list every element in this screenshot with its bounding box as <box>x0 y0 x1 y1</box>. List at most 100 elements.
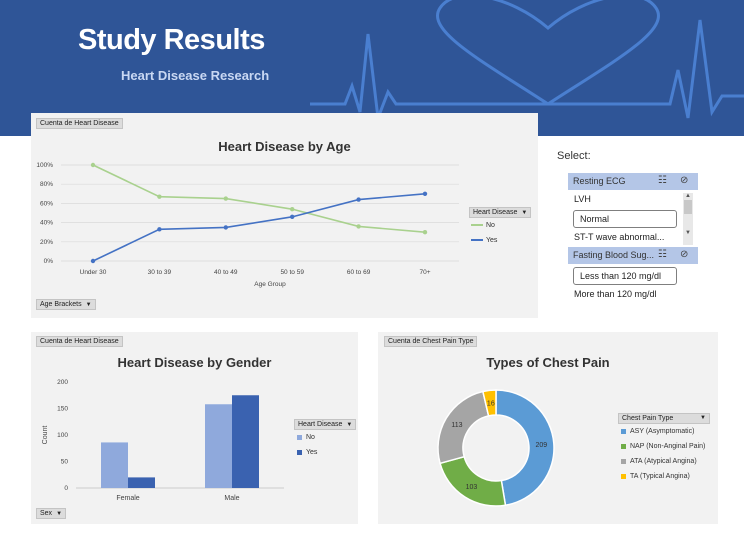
x-tick-label: Under 30 <box>80 269 107 276</box>
gender-legend-yes: Yes <box>297 449 317 456</box>
x-tick-label: 40 to 49 <box>214 269 238 276</box>
donut-slice-2 <box>437 390 490 465</box>
multi-select-icon[interactable]: ☷ <box>658 249 667 260</box>
page-title: Study Results <box>78 24 265 56</box>
x-tick-label: 50 to 59 <box>280 269 304 276</box>
legend-swatch-yes-icon <box>297 449 302 455</box>
y-tick-label: 40% <box>40 220 53 227</box>
chevron-down-icon: ▼ <box>700 415 706 421</box>
chest-pain-legend-filter-button[interactable]: Chest Pain Type ▼ <box>618 413 710 424</box>
fasting-blood-sugar-slicer-title: Fasting Blood Sug... <box>573 250 655 260</box>
data-point-yes <box>157 227 162 232</box>
y-tick-label: 0% <box>44 258 54 265</box>
x-axis-label: Age Group <box>254 281 286 288</box>
x-tick-label: 60 to 69 <box>347 269 371 276</box>
y-tick-label: 150 <box>57 406 68 413</box>
data-point-no <box>223 196 228 201</box>
legend-swatch-ta-icon <box>621 473 626 479</box>
chest-legend-ata-label: ATA (Atypical Angina) <box>630 458 697 465</box>
donut-data-label: 113 <box>451 422 462 429</box>
y-tick-label: 50 <box>61 459 69 466</box>
bar-female-no <box>101 442 128 488</box>
fasting-blood-sugar-slicer: Fasting Blood Sug... ☷ ⊘ Less than 120 m… <box>568 247 698 305</box>
y-tick-label: 100% <box>36 162 53 169</box>
slicer-item-less-than-120[interactable]: Less than 120 mg/dl <box>573 267 677 285</box>
data-point-no <box>90 162 96 168</box>
multi-select-icon[interactable]: ☷ <box>658 175 667 186</box>
age-legend-title: Heart Disease <box>473 209 518 216</box>
age-line-chart: 0% 20% 40% 60% 80% 100% Under 30 30 to 39 40 to … <box>36 162 459 288</box>
fasting-blood-sugar-slicer-header: Fasting Blood Sug... ☷ ⊘ <box>568 247 698 264</box>
clear-filter-icon[interactable]: ⊘ <box>680 249 688 260</box>
slicer-item-st-t-wave[interactable]: ST-T wave abnormal... <box>568 229 698 247</box>
gender-chart-panel: Cuenta de Heart Disease Heart Disease by… <box>31 332 358 524</box>
chevron-down-icon: ▼ <box>85 302 92 308</box>
chest-legend-ata: ATA (Atypical Angina) <box>621 458 697 465</box>
y-tick-label: 100 <box>57 432 68 439</box>
resting-ecg-slicer: Resting ECG ☷ ⊘ LVH Normal ST-T wave abn… <box>568 173 698 245</box>
donut-slice-1 <box>439 455 507 507</box>
scroll-down-icon[interactable]: ▼ <box>683 230 693 236</box>
chest-legend-nap-label: NAP (Non-Anginal Pain) <box>630 443 706 450</box>
age-legend-no: No <box>471 222 495 229</box>
resting-ecg-scrollbar[interactable]: ▲ ▼ <box>683 193 693 245</box>
data-point-no <box>157 194 162 199</box>
data-point-yes <box>290 214 295 220</box>
age-brackets-filter-label: Age Brackets <box>40 301 82 308</box>
data-point-yes <box>90 258 96 264</box>
y-tick-label: 200 <box>57 379 68 386</box>
slicer-item-lvh[interactable]: LVH <box>568 191 698 209</box>
gender-legend-title: Heart Disease <box>298 421 343 428</box>
sex-filter-button[interactable]: Sex ▼ <box>36 508 67 519</box>
slicer-item-more-than-120[interactable]: More than 120 mg/dl <box>568 286 698 304</box>
legend-swatch-nap-icon <box>621 443 626 449</box>
legend-line-no-icon <box>471 224 483 227</box>
donut-data-label: 209 <box>536 442 548 449</box>
age-legend-yes-label: Yes <box>486 237 498 244</box>
y-tick-label: 0 <box>64 485 68 492</box>
chest-pain-chart-panel: Cuenta de Chest Pain Type Types of Chest… <box>378 332 718 524</box>
legend-swatch-ata-icon <box>621 458 626 464</box>
x-tick-label: Female <box>116 495 139 502</box>
chest-legend-ta: TA (Typical Angina) <box>621 473 690 480</box>
data-point-no <box>422 230 428 235</box>
legend-line-yes-icon <box>471 239 483 242</box>
chest-legend-nap: NAP (Non-Anginal Pain) <box>621 443 705 450</box>
chevron-down-icon: ▼ <box>346 422 353 428</box>
gender-legend-filter-button[interactable]: Heart Disease ▼ <box>294 419 357 430</box>
scroll-thumb[interactable] <box>684 200 692 214</box>
bar-male-yes <box>232 395 259 488</box>
x-tick-label: Male <box>224 495 239 502</box>
data-point-no <box>290 206 295 212</box>
sex-filter-label: Sex <box>40 510 53 517</box>
chevron-down-icon: ▼ <box>56 511 63 517</box>
y-tick-label: 80% <box>40 181 53 188</box>
x-tick-label: 30 to 39 <box>148 269 172 276</box>
age-chart-panel: Cuenta de Heart Disease Heart Disease by… <box>31 113 538 318</box>
age-legend-filter-button[interactable]: Heart Disease ▼ <box>469 207 532 218</box>
y-tick-label: 60% <box>40 200 53 207</box>
gender-legend-no-label: No <box>306 434 315 441</box>
resting-ecg-slicer-title: Resting ECG <box>573 176 626 186</box>
age-legend-yes: Yes <box>471 237 497 244</box>
chest-pain-legend-title: Chest Pain Type <box>622 415 674 422</box>
chest-legend-ta-label: TA (Typical Angina) <box>630 473 690 480</box>
age-legend-no-label: No <box>486 222 495 229</box>
data-point-yes <box>422 191 428 196</box>
resting-ecg-slicer-header: Resting ECG ☷ ⊘ <box>568 173 698 190</box>
data-point-yes <box>223 225 228 230</box>
chest-legend-asy: ASY (Asymptomatic) <box>621 428 694 435</box>
gender-legend-no: No <box>297 434 315 441</box>
bar-male-no <box>205 404 232 488</box>
age-brackets-filter-button[interactable]: Age Brackets ▼ <box>36 299 96 310</box>
legend-swatch-no-icon <box>297 434 302 440</box>
bar-female-yes <box>128 477 155 488</box>
clear-filter-icon[interactable]: ⊘ <box>680 175 688 186</box>
donut-data-label: 103 <box>466 484 478 491</box>
slicer-item-normal[interactable]: Normal <box>573 210 677 228</box>
gender-legend-yes-label: Yes <box>306 449 318 456</box>
scroll-up-icon[interactable]: ▲ <box>683 193 693 199</box>
select-label: Select: <box>557 150 591 162</box>
chevron-down-icon: ▼ <box>521 210 528 216</box>
donut-data-label: 16 <box>487 400 495 407</box>
